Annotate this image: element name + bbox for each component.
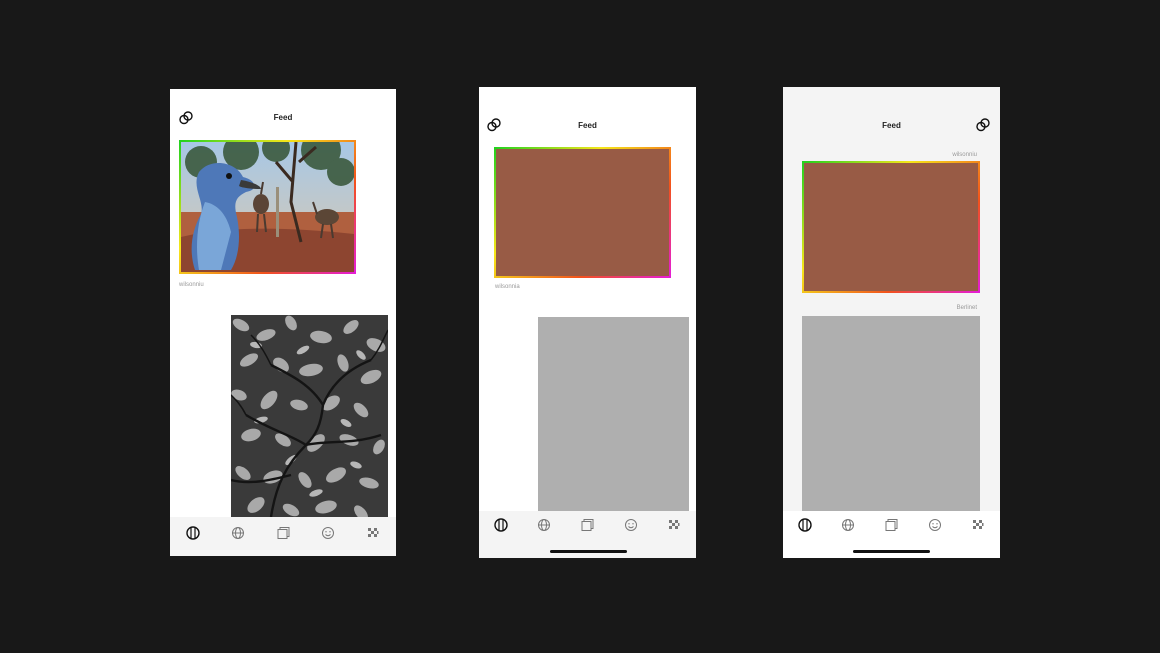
post-username[interactable]: wilsonniu [952, 152, 977, 158]
feed-icon[interactable] [493, 517, 509, 533]
leaves-photo[interactable] [231, 315, 388, 517]
smiley-icon[interactable] [623, 517, 639, 533]
pixel-grid-icon[interactable] [970, 517, 986, 533]
feed-icon[interactable] [797, 517, 813, 533]
page-title: Feed [578, 121, 597, 130]
post-username[interactable]: wilsonnia [495, 284, 520, 290]
image-placeholder[interactable] [538, 317, 689, 513]
home-indicator[interactable] [550, 550, 627, 553]
globe-icon[interactable] [536, 517, 552, 533]
page-title: Feed [273, 113, 293, 122]
gallery-icon[interactable] [275, 525, 291, 541]
globe-icon[interactable] [230, 525, 246, 541]
image-placeholder [496, 149, 669, 276]
pixel-grid-icon[interactable] [666, 517, 682, 533]
pixel-grid-icon[interactable] [365, 525, 381, 541]
emu-photo [181, 142, 354, 272]
smiley-icon[interactable] [927, 517, 943, 533]
post-image-frame[interactable] [179, 140, 356, 274]
phone-screen-2: Feed wilsonnia [479, 87, 696, 558]
phone-screen-1: Feed wilsonniu [170, 89, 396, 556]
globe-icon[interactable] [840, 517, 856, 533]
page-title: Feed [882, 121, 901, 130]
post-image-frame[interactable] [494, 147, 671, 278]
smiley-icon[interactable] [320, 525, 336, 541]
post-username[interactable]: wilsonniu [179, 282, 204, 288]
home-indicator[interactable] [853, 550, 930, 553]
post-username[interactable]: Berlinet [957, 305, 977, 311]
tab-bar [170, 517, 396, 556]
link-icon[interactable] [975, 117, 991, 133]
post-image-frame[interactable] [802, 161, 980, 293]
phone-screen-3: Feed wilsonniu Berlinet [783, 87, 1000, 558]
image-placeholder[interactable] [802, 316, 980, 513]
image-placeholder [804, 163, 978, 291]
gallery-icon[interactable] [883, 517, 899, 533]
feed-icon[interactable] [185, 525, 201, 541]
gallery-icon[interactable] [579, 517, 595, 533]
